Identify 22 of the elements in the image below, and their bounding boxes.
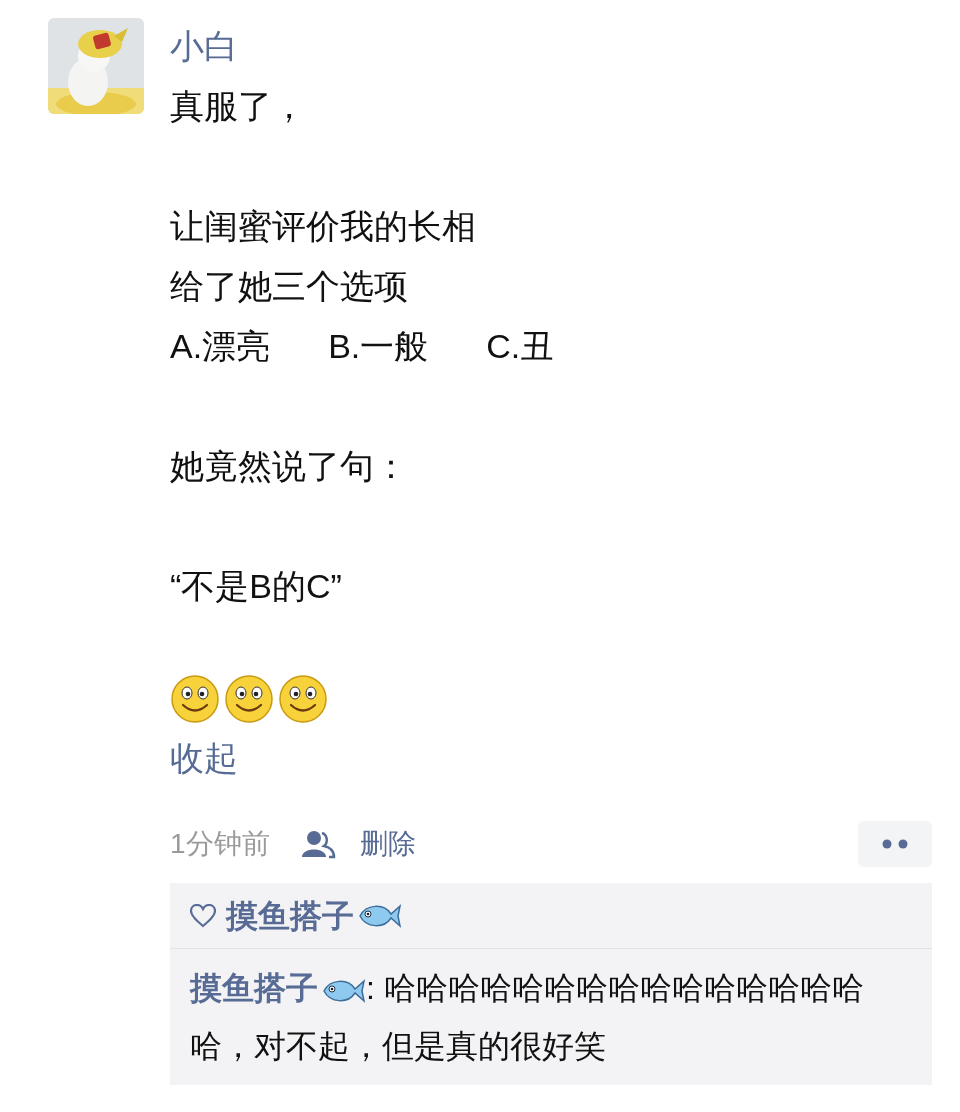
- post-time: 1分钟前: [170, 827, 270, 861]
- option-text: A.漂亮: [170, 326, 271, 367]
- post-text: 她竟然说了句：: [170, 446, 409, 487]
- collapse-link[interactable]: 收起: [170, 728, 238, 788]
- post-text: 真服了，: [170, 86, 307, 127]
- comment-author[interactable]: 摸鱼搭子: [190, 970, 318, 1006]
- option-text: C.丑: [486, 326, 555, 367]
- like-name[interactable]: 摸鱼搭子: [226, 891, 354, 940]
- smile-icon: [278, 674, 328, 724]
- author-name[interactable]: 小白: [170, 16, 932, 76]
- smile-icon: [224, 674, 274, 724]
- comment-text: 摸鱼搭子 : 哈哈哈哈哈哈哈哈哈哈哈哈哈哈哈哈，对不起，但是真的很好笑: [190, 969, 865, 1066]
- more-button[interactable]: [858, 821, 932, 867]
- people-icon: [299, 829, 336, 859]
- post-text: 给了她三个选项: [170, 266, 409, 307]
- smile-icon: [170, 674, 220, 724]
- heart-icon: [190, 903, 216, 928]
- delete-link[interactable]: 删除: [359, 823, 416, 865]
- option-text: B.一般: [328, 326, 429, 367]
- post-text: “不是B的C”: [170, 566, 343, 607]
- more-icon: [882, 839, 908, 849]
- post-text: 让闺蜜评价我的长相: [170, 206, 477, 247]
